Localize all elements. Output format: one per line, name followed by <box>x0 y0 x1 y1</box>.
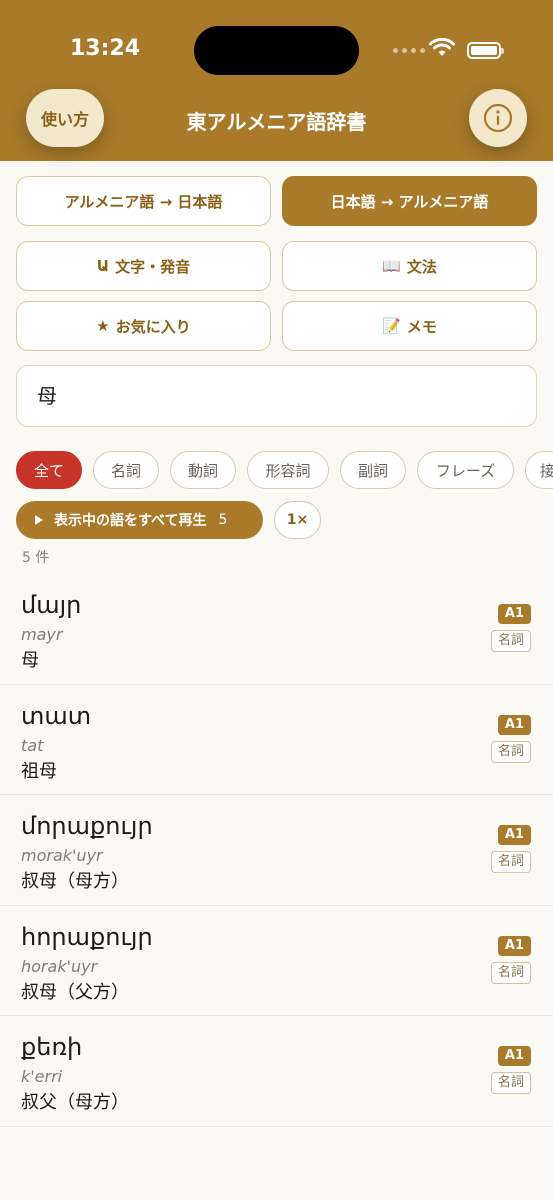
direction-jp-to-arm-label: 日本語 → アルメニア語 <box>330 192 489 211</box>
filter-chip-conjunction[interactable]: 接 <box>525 451 553 489</box>
filter-chip-phrase[interactable]: フレーズ <box>417 451 514 489</box>
status-icons <box>393 38 513 62</box>
play-all-label: 表示中の語をすべて再生 <box>54 513 207 529</box>
meaning: 叔母（父方） <box>21 981 129 1003</box>
list-item[interactable]: քեռի k'erri 叔父（母方） A1 名詞 <box>0 1016 553 1127</box>
wifi-icon <box>429 38 455 56</box>
filter-chip-adverb[interactable]: 副詞 <box>340 451 406 489</box>
direction-arm-to-jp-label: アルメニア語 → 日本語 <box>64 192 223 211</box>
armenian-word: մայր <box>21 591 82 619</box>
meaning: 叔父（母方） <box>21 1092 129 1113</box>
favorites-label: お気に入り <box>115 317 191 336</box>
list-item[interactable]: հորաքույր horak'uyr 叔母（父方） A1 名詞 <box>0 906 553 1016</box>
play-all-button[interactable]: 表示中の語をすべて再生 5 <box>16 501 263 539</box>
transliteration: k'erri <box>21 1067 63 1086</box>
armenian-letter-icon: Ա <box>96 257 110 275</box>
book-icon: 📖 <box>382 257 401 275</box>
transliteration: tat <box>21 735 44 755</box>
transliteration: horak'uyr <box>21 956 98 976</box>
pos-badge: 名詞 <box>490 1072 531 1094</box>
pos-badge: 名詞 <box>490 961 531 984</box>
meaning: 母 <box>21 650 39 671</box>
level-badge: A1 <box>497 714 531 735</box>
armenian-word: քեռի <box>21 1033 83 1061</box>
transliteration: morak'uyr <box>21 846 103 865</box>
playback-speed-button[interactable]: 1× <box>274 501 321 539</box>
level-badge: A1 <box>497 1046 531 1066</box>
filter-chip-all[interactable]: 全て <box>16 451 82 489</box>
memo-icon: 📝 <box>382 317 401 335</box>
list-item[interactable]: մորաքույր morak'uyr 叔母（母方） A1 名詞 <box>0 795 553 906</box>
level-badge: A1 <box>497 825 531 845</box>
pos-badge: 名詞 <box>490 740 531 763</box>
meaning: 叔母（母方） <box>21 871 129 892</box>
transliteration: mayr <box>21 625 63 644</box>
armenian-word: մորաքույր <box>21 812 153 840</box>
info-icon <box>483 103 513 133</box>
star-icon: ★ <box>96 317 110 335</box>
result-count: 5 件 <box>22 550 50 566</box>
armenian-word: տատ <box>21 701 92 730</box>
status-time: 13:24 <box>70 36 141 61</box>
filter-chip-adjective[interactable]: 形容詞 <box>247 451 329 489</box>
search-input[interactable]: 母 <box>16 365 537 427</box>
direction-arm-to-jp-button[interactable]: アルメニア語 → 日本語 <box>16 176 271 226</box>
play-icon <box>35 515 43 525</box>
dynamic-island <box>194 26 359 75</box>
pos-badge: 名詞 <box>490 851 531 873</box>
memo-label: メモ <box>406 317 437 336</box>
play-all-count: 5 <box>218 512 228 528</box>
letters-button[interactable]: Ա 文字・発音 <box>16 241 271 291</box>
armenian-word: հորաքույր <box>21 922 153 951</box>
entry-list: մայր mayr 母 A1 名詞 տատ tat 祖母 A1 名詞 մորաք… <box>0 574 553 1127</box>
level-badge: A1 <box>497 935 531 956</box>
battery-icon <box>467 42 504 59</box>
list-item[interactable]: մայր mayr 母 A1 名詞 <box>0 574 553 685</box>
list-item[interactable]: տատ tat 祖母 A1 名詞 <box>0 685 553 795</box>
info-button[interactable] <box>469 89 527 147</box>
meaning: 祖母 <box>21 760 57 782</box>
direction-jp-to-arm-button[interactable]: 日本語 → アルメニア語 <box>282 176 537 226</box>
grammar-label: 文法 <box>406 257 437 276</box>
favorites-button[interactable]: ★ お気に入り <box>16 301 271 351</box>
pos-filter-bar: 全て 名詞 動詞 形容詞 副詞 フレーズ 接 <box>16 451 553 489</box>
signal-icon <box>393 48 425 53</box>
filter-chip-verb[interactable]: 動詞 <box>170 451 236 489</box>
pos-badge: 名詞 <box>490 630 531 652</box>
app-header: 13:24 使い方 東アルメニア語辞書 <box>0 0 553 161</box>
filter-chip-noun[interactable]: 名詞 <box>93 451 159 489</box>
memo-button[interactable]: 📝 メモ <box>282 301 537 351</box>
level-badge: A1 <box>497 604 531 624</box>
grammar-button[interactable]: 📖 文法 <box>282 241 537 291</box>
letters-label: 文字・発音 <box>115 257 191 276</box>
